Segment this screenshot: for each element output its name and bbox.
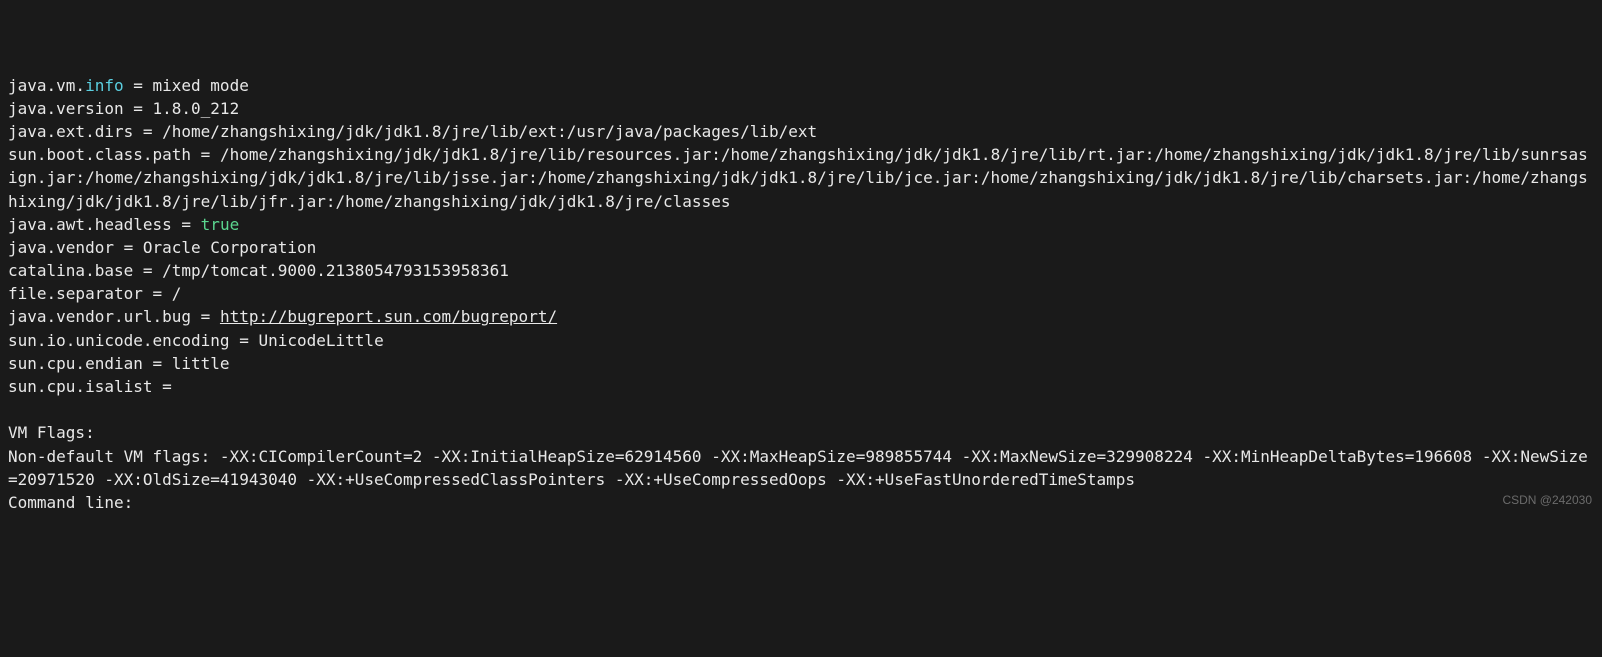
prop-key: java.vendor: [8, 238, 114, 257]
prop-key: file.separator: [8, 284, 143, 303]
prop-value: /home/zhangshixing/jdk/jdk1.8/jre/lib/ex…: [162, 122, 817, 141]
prop-sep: =: [191, 145, 220, 164]
prop-sep: =: [114, 238, 143, 257]
vm-flags-non-default-label: Non-default VM flags:: [8, 447, 220, 466]
vm-flags-non-default: Non-default VM flags: -XX:CICompilerCoun…: [8, 447, 1588, 489]
prop-java-version: java.version = 1.8.0_212: [8, 99, 239, 118]
prop-key-prefix: java.vm.: [8, 76, 85, 95]
prop-value: Oracle Corporation: [143, 238, 316, 257]
prop-key: sun.cpu.isalist: [8, 377, 153, 396]
prop-value: mixed mode: [153, 76, 249, 95]
bugreport-link[interactable]: http://bugreport.sun.com/bugreport/: [220, 307, 557, 326]
vm-flags-heading: VM Flags:: [8, 423, 95, 442]
prop-java-vm-info: java.vm.info = mixed mode: [8, 76, 249, 95]
prop-sep: =: [124, 99, 153, 118]
vm-flags-command-line-label: Command line:: [8, 493, 133, 512]
prop-value: little: [172, 354, 230, 373]
prop-key: java.vendor.url.bug: [8, 307, 191, 326]
prop-key: java.version: [8, 99, 124, 118]
prop-java-vendor: java.vendor = Oracle Corporation: [8, 238, 316, 257]
vm-flags-non-default-value: -XX:CICompilerCount=2 -XX:InitialHeapSiz…: [8, 447, 1588, 489]
terminal-output: java.vm.info = mixed mode java.version =…: [8, 74, 1594, 515]
prop-value: /tmp/tomcat.9000.2138054793153958361: [162, 261, 509, 280]
prop-sep: =: [143, 284, 172, 303]
prop-sun-boot-class-path: sun.boot.class.path = /home/zhangshixing…: [8, 145, 1588, 210]
prop-value: /home/zhangshixing/jdk/jdk1.8/jre/lib/re…: [8, 145, 1588, 210]
prop-sep: =: [191, 307, 220, 326]
prop-java-vendor-url-bug: java.vendor.url.bug = http://bugreport.s…: [8, 307, 557, 326]
prop-value: UnicodeLittle: [258, 331, 383, 350]
prop-value-highlight: true: [201, 215, 240, 234]
prop-java-ext-dirs: java.ext.dirs = /home/zhangshixing/jdk/j…: [8, 122, 817, 141]
prop-sep: =: [153, 377, 172, 396]
prop-value: /: [172, 284, 182, 303]
prop-key: catalina.base: [8, 261, 133, 280]
prop-key: java.ext.dirs: [8, 122, 133, 141]
prop-sep: =: [133, 261, 162, 280]
prop-file-separator: file.separator = /: [8, 284, 181, 303]
prop-key: sun.cpu.endian: [8, 354, 143, 373]
prop-key: sun.boot.class.path: [8, 145, 191, 164]
prop-sep: =: [133, 122, 162, 141]
prop-value: 1.8.0_212: [153, 99, 240, 118]
prop-key-highlight: info: [85, 76, 124, 95]
prop-sep: =: [143, 354, 172, 373]
prop-sep: =: [124, 76, 153, 95]
watermark: CSDN @242030: [1502, 492, 1592, 509]
vm-flags-command-line: Command line:: [8, 493, 133, 512]
prop-catalina-base: catalina.base = /tmp/tomcat.9000.2138054…: [8, 261, 509, 280]
prop-sun-cpu-endian: sun.cpu.endian = little: [8, 354, 230, 373]
prop-key: sun.io.unicode.encoding: [8, 331, 230, 350]
prop-sep: =: [230, 331, 259, 350]
prop-key: java.awt.headless: [8, 215, 172, 234]
prop-sep: =: [172, 215, 201, 234]
prop-sun-io-unicode-encoding: sun.io.unicode.encoding = UnicodeLittle: [8, 331, 384, 350]
prop-sun-cpu-isalist: sun.cpu.isalist =: [8, 377, 172, 396]
prop-java-awt-headless: java.awt.headless = true: [8, 215, 239, 234]
